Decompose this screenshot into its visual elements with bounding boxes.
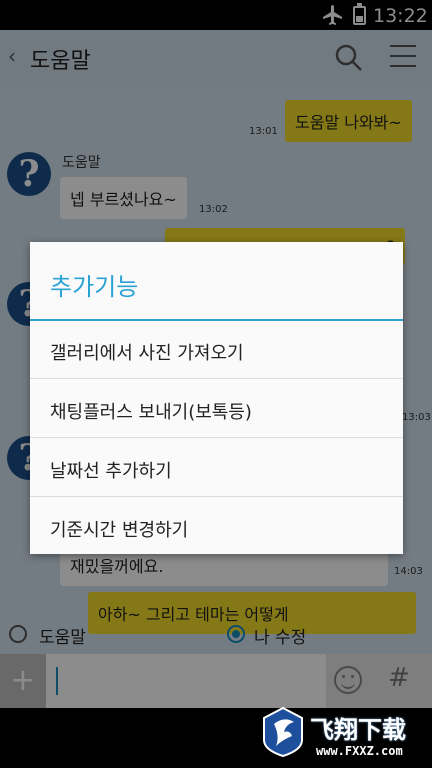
dialog-item-label: 갤러리에서 사진 가져오기 xyxy=(50,343,244,364)
dialog-item-chatplus[interactable]: 채팅플러스 보내기(보톡등) xyxy=(30,380,403,438)
dialog-item-gallery[interactable]: 갤러리에서 사진 가져오기 xyxy=(30,321,403,379)
watermark-logo-icon xyxy=(263,706,303,758)
dialog-title: 추가기능 xyxy=(50,273,139,301)
dialog-item-base-time[interactable]: 기준시간 변경하기 xyxy=(30,498,403,556)
dialog-item-label: 날짜선 추가하기 xyxy=(50,461,172,482)
dialog-item-label: 채팅플러스 보내기(보톡등) xyxy=(50,402,252,423)
dialog-item-date-line[interactable]: 날짜선 추가하기 xyxy=(30,439,403,497)
dialog-item-label: 기준시간 변경하기 xyxy=(50,520,189,541)
watermark-url: www.FXXZ.com xyxy=(316,744,403,758)
extra-features-dialog: 추가기능 갤러리에서 사진 가져오기 채팅플러스 보내기(보톡등) 날짜선 추가… xyxy=(30,242,403,554)
watermark-text: 飞翔下载 xyxy=(310,716,406,744)
watermark: 飞翔下载 www.FXXZ.com xyxy=(262,706,432,768)
